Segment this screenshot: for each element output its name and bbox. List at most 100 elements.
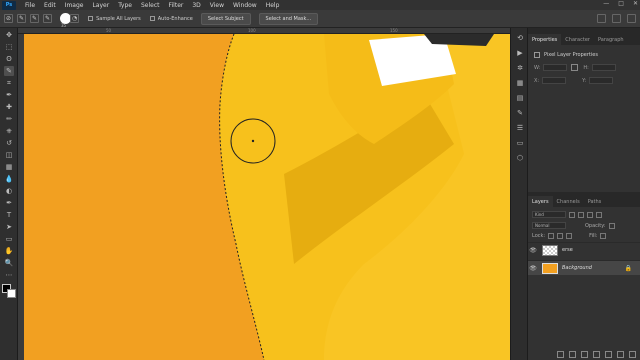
tab-paragraph[interactable]: Paragraph	[594, 34, 628, 45]
subtract-selection-icon[interactable]: ✎	[43, 14, 52, 23]
new-layer-icon[interactable]	[617, 351, 624, 358]
ruler-tick: 100	[248, 28, 256, 33]
menu-bar: Ps File Edit Image Layer Type Select Fil…	[0, 0, 640, 10]
history-brush-icon[interactable]: ↺	[4, 138, 14, 148]
marquee-icon[interactable]: ⬚	[4, 42, 14, 52]
notes-icon[interactable]: ▭	[515, 138, 525, 148]
tab-paths[interactable]: Paths	[584, 196, 606, 207]
zoom-icon[interactable]: 🔍	[4, 258, 14, 268]
properties-title-row: Pixel Layer Properties	[534, 52, 640, 58]
checkbox-box	[88, 16, 94, 21]
dodge-icon[interactable]: ◐	[4, 186, 14, 196]
lock-pixels-icon[interactable]	[548, 233, 555, 239]
crop-icon[interactable]: ⌗	[4, 78, 14, 88]
search-icon[interactable]	[597, 14, 606, 23]
menu-help[interactable]: Help	[266, 2, 280, 9]
filter-type-icon[interactable]	[587, 211, 593, 218]
filter-adjust-icon[interactable]	[578, 211, 584, 218]
menu-type[interactable]: Type	[118, 2, 132, 9]
hand-icon[interactable]: ✋	[4, 246, 14, 256]
height-field[interactable]	[591, 64, 616, 71]
lasso-icon[interactable]: ʘ	[4, 54, 14, 64]
maximize-icon[interactable]: □	[618, 0, 624, 7]
width-field[interactable]	[543, 64, 568, 71]
healing-icon[interactable]: ✚	[4, 102, 14, 112]
menu-view[interactable]: View	[210, 2, 224, 9]
3d-icon[interactable]: ⬡	[515, 153, 525, 163]
menu-filter[interactable]: Filter	[169, 2, 184, 9]
brushes-icon[interactable]: ✎	[515, 108, 525, 118]
mask-icon[interactable]	[581, 351, 588, 358]
tab-channels[interactable]: Channels	[553, 196, 584, 207]
quick-select-icon[interactable]: ✎	[4, 66, 14, 76]
stamp-icon[interactable]: ⎈	[4, 126, 14, 136]
history-icon[interactable]: ⟲	[515, 33, 525, 43]
pen-icon[interactable]: ✒	[4, 198, 14, 208]
gradient-icon[interactable]: ▦	[4, 162, 14, 172]
shape-icon[interactable]: ▭	[4, 234, 14, 244]
adjustment-layer-icon[interactable]	[593, 351, 600, 358]
eraser-icon[interactable]: ◫	[4, 150, 14, 160]
color-swatches[interactable]	[2, 284, 16, 298]
add-to-selection-icon[interactable]: ✎	[30, 14, 39, 23]
type-icon[interactable]: T	[4, 210, 14, 220]
menu-window[interactable]: Window	[233, 2, 257, 9]
menu-3d[interactable]: 3D	[192, 2, 200, 9]
auto-enhance-checkbox[interactable]: Auto-Enhance	[149, 15, 193, 22]
menu-image[interactable]: Image	[65, 2, 84, 9]
close-icon[interactable]: ✕	[633, 0, 638, 7]
tab-properties[interactable]: Properties	[528, 34, 562, 45]
opacity-field[interactable]	[608, 222, 615, 229]
menu-edit[interactable]: Edit	[44, 2, 56, 9]
menu-select[interactable]: Select	[141, 2, 160, 9]
eyedropper-icon[interactable]: ✒	[4, 90, 14, 100]
kind-filter-select[interactable]: Kind	[532, 211, 566, 218]
angle-icon[interactable]: ◔	[70, 14, 80, 23]
toolbox: ✥ ⬚ ʘ ✎ ⌗ ✒ ✚ ✏ ⎈ ↺ ◫ ▦ 💧 ◐ ✒ T ➤ ▭ ✋ 🔍 ⋯	[0, 28, 18, 360]
swatches-icon[interactable]: ▦	[515, 78, 525, 88]
eye-icon[interactable]: 👁	[528, 265, 538, 272]
blend-mode-select[interactable]: Normal	[532, 222, 566, 229]
trash-icon[interactable]	[629, 351, 636, 358]
blur-icon[interactable]: 💧	[4, 174, 14, 184]
workspace-icon[interactable]	[612, 14, 621, 23]
adjustments-icon[interactable]: ✲	[515, 63, 525, 73]
histogram-icon[interactable]: ▤	[515, 93, 525, 103]
group-icon[interactable]	[605, 351, 612, 358]
document-canvas[interactable]	[24, 34, 510, 360]
move-icon[interactable]: ✥	[4, 30, 14, 40]
eye-icon[interactable]: 👁	[528, 247, 538, 254]
libraries-icon[interactable]: ☰	[515, 123, 525, 133]
fx-icon[interactable]	[569, 351, 576, 358]
lock-all-icon[interactable]	[566, 233, 573, 239]
sample-all-layers-checkbox[interactable]: Sample All Layers	[88, 16, 141, 22]
minimize-icon[interactable]: —	[603, 0, 609, 7]
link-icon[interactable]	[571, 64, 579, 71]
tab-layers[interactable]: Layers	[528, 196, 553, 207]
menu-layer[interactable]: Layer	[92, 2, 109, 9]
path-select-icon[interactable]: ➤	[4, 222, 14, 232]
filter-pixel-icon[interactable]	[569, 211, 575, 218]
lock-position-icon[interactable]	[557, 233, 564, 239]
lock-icon[interactable]: 🔒	[625, 265, 632, 272]
layer-row-background[interactable]: 👁 Background 🔒	[528, 260, 640, 275]
play-icon[interactable]: ▶	[515, 48, 525, 58]
more-icon[interactable]: ⋯	[4, 270, 14, 280]
filter-shape-icon[interactable]	[596, 211, 602, 218]
x-field[interactable]	[542, 77, 567, 84]
menu-file[interactable]: File	[25, 2, 35, 9]
background-color[interactable]	[7, 289, 16, 298]
fill-field[interactable]	[600, 233, 607, 239]
auto-enhance-label: Auto-Enhance	[157, 15, 193, 22]
fill-label: Fill:	[589, 233, 598, 239]
new-selection-icon[interactable]: ✎	[17, 14, 26, 23]
tab-character[interactable]: Character	[561, 34, 594, 45]
link-layers-icon[interactable]	[557, 351, 564, 358]
y-field[interactable]	[589, 77, 614, 84]
layer-row-erse[interactable]: 👁 erse	[528, 242, 640, 257]
select-and-mask-button[interactable]: Select and Mask...	[258, 12, 319, 25]
select-subject-button[interactable]: Select Subject	[200, 12, 251, 25]
tool-preset-icon[interactable]: ⊘	[4, 14, 13, 23]
share-icon[interactable]	[627, 14, 636, 23]
brush-icon[interactable]: ✏	[4, 114, 14, 124]
